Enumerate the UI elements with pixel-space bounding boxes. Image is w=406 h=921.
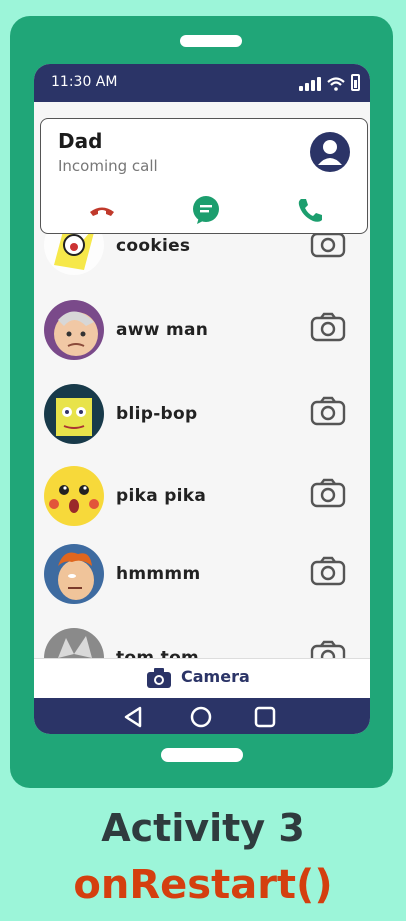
camera-icon[interactable] <box>310 556 346 586</box>
contact-name: pika pika <box>116 486 207 506</box>
meme-avatar-pika <box>44 466 104 526</box>
contact-row[interactable]: pika pika <box>34 466 370 536</box>
phone-speaker <box>180 35 242 47</box>
status-icons <box>299 74 360 91</box>
camera-icon <box>147 668 171 688</box>
incoming-call-card[interactable]: Dad Incoming call <box>40 118 368 234</box>
battery-icon <box>351 74 360 91</box>
meme-avatar-face <box>44 300 104 360</box>
navigation-bar <box>34 698 370 734</box>
camera-icon[interactable] <box>310 312 346 342</box>
recents-icon[interactable] <box>252 704 278 730</box>
camera-icon[interactable] <box>310 396 346 426</box>
contact-name: hmmmm <box>116 564 201 584</box>
caller-name: Dad <box>58 129 103 153</box>
home-icon[interactable] <box>188 704 214 730</box>
back-icon[interactable] <box>120 704 146 730</box>
phone-home-button <box>161 748 243 762</box>
camera-label: Camera <box>181 667 250 686</box>
person-icon <box>310 132 350 172</box>
contact-name: cookies <box>116 236 191 256</box>
phone-screen: 11:30 AM cookies aww man blip-bop pika p… <box>34 64 370 734</box>
accept-call-icon[interactable] <box>295 195 325 225</box>
caption-method: onRestart() <box>73 862 333 908</box>
meme-avatar-sponge <box>44 384 104 444</box>
contact-name: aww man <box>116 320 209 340</box>
decline-call-icon[interactable] <box>87 195 117 225</box>
status-bar: 11:30 AM <box>34 64 370 102</box>
camera-icon[interactable] <box>310 478 346 508</box>
contact-row[interactable]: aww man <box>34 300 370 370</box>
contact-name: blip-bop <box>116 404 198 424</box>
wifi-icon <box>327 77 345 91</box>
contact-row[interactable]: blip-bop <box>34 384 370 454</box>
contact-row[interactable]: hmmmm <box>34 544 370 614</box>
meme-avatar-fry <box>44 544 104 604</box>
camera-bar[interactable]: Camera <box>34 658 370 698</box>
status-time: 11:30 AM <box>51 74 118 90</box>
caption-title: Activity 3 <box>101 806 305 850</box>
call-status: Incoming call <box>58 157 158 175</box>
signal-icon <box>299 77 321 91</box>
phone-frame: 11:30 AM cookies aww man blip-bop pika p… <box>10 16 393 788</box>
message-icon[interactable] <box>191 195 221 225</box>
